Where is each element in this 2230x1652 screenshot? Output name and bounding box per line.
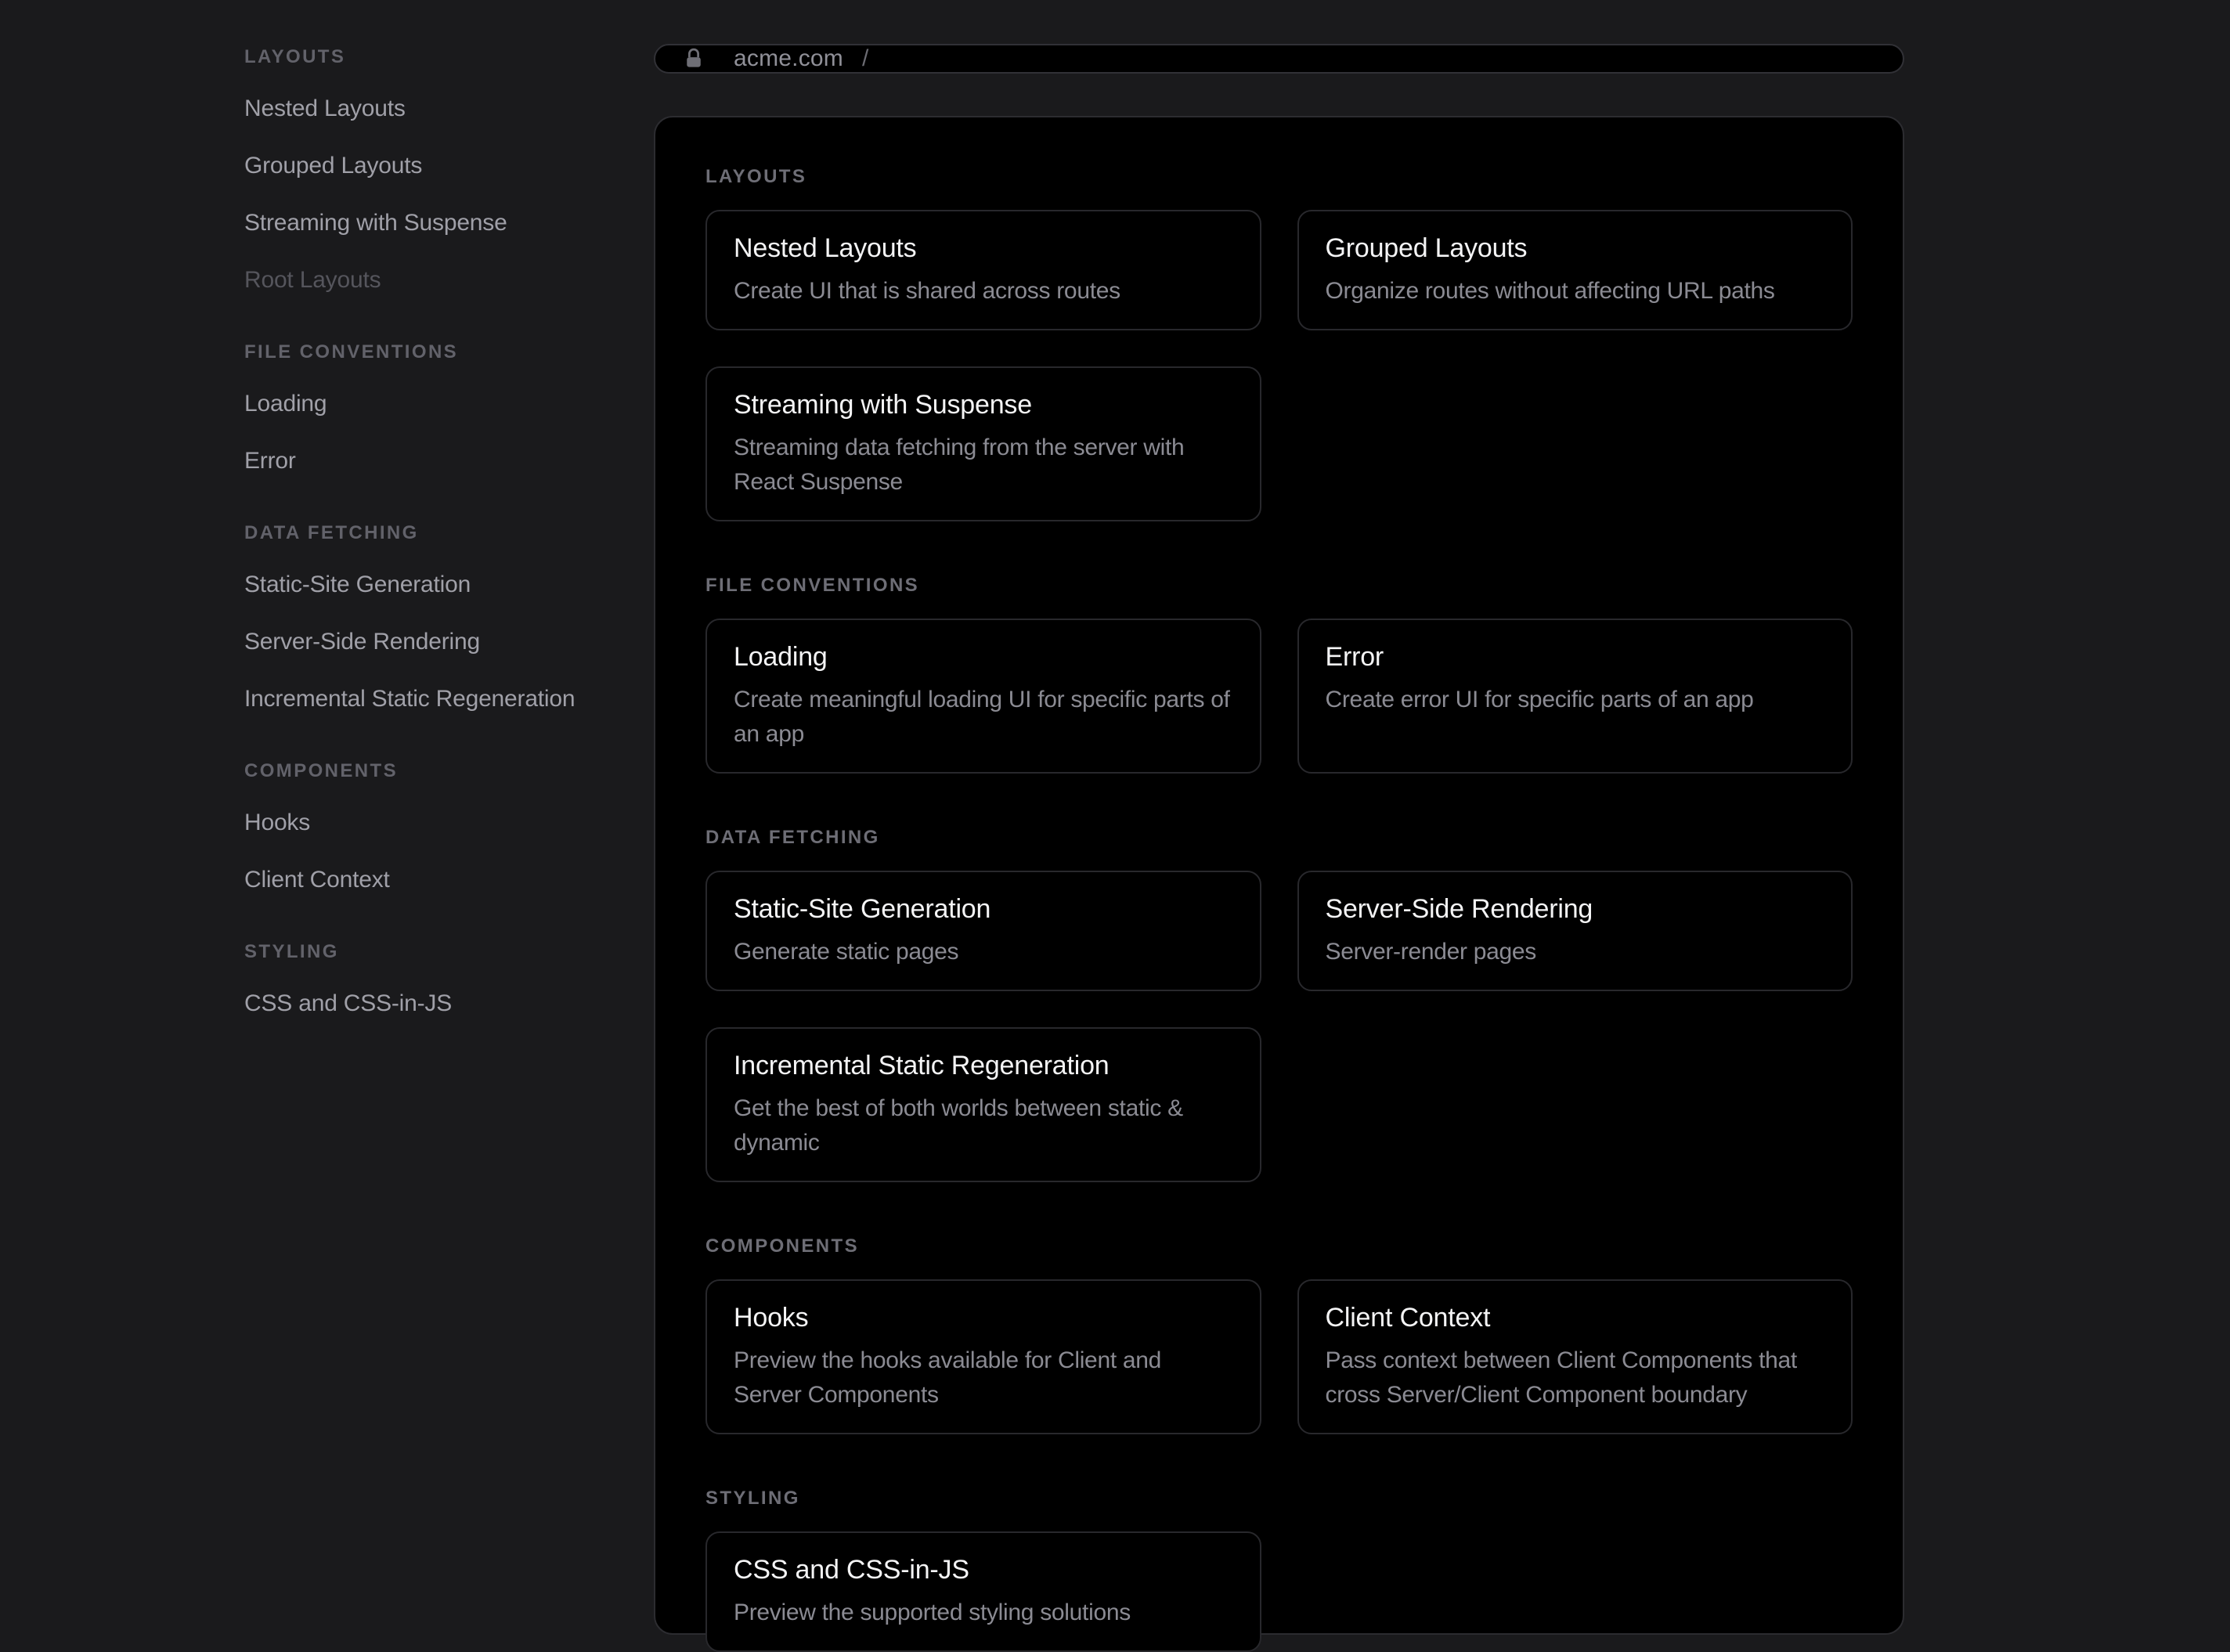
lock-icon [682, 47, 705, 70]
sidebar-item-streaming-with-suspense[interactable]: Streaming with Suspense [244, 194, 622, 251]
sidebar-item-static-site-generation[interactable]: Static-Site Generation [244, 556, 622, 613]
sidebar-section-heading: STYLING [244, 943, 622, 961]
card-server-side-rendering[interactable]: Server-Side Rendering Server-render pages [1297, 871, 1853, 991]
section-label: LAYOUTS [705, 168, 1853, 186]
main-panel: LAYOUTS Nested Layouts Create UI that is s… [654, 116, 1904, 1635]
sidebar-item-grouped-layouts[interactable]: Grouped Layouts [244, 137, 622, 194]
sidebar-item-loading[interactable]: Loading [244, 375, 622, 432]
url-path: / [862, 45, 868, 72]
card-title: Server-Side Rendering [1326, 893, 1825, 925]
card-description: Preview the supported styling solutions [734, 1596, 1233, 1630]
card-description: Create error UI for specific parts of an… [1326, 683, 1825, 717]
card-description: Generate static pages [734, 935, 1233, 969]
section-label: COMPONENTS [705, 1237, 1853, 1256]
card-description: Organize routes without affecting URL pa… [1326, 274, 1825, 308]
sidebar-section-data-fetching: DATA FETCHING Static-Site GenerationServe… [244, 524, 622, 727]
sidebar-section-heading: FILE CONVENTIONS [244, 343, 622, 362]
sidebar-section-styling: STYLING CSS and CSS-in-JS [244, 943, 622, 1032]
sidebar-item-css-and-css-in-js[interactable]: CSS and CSS-in-JS [244, 975, 622, 1032]
content-section-layouts: LAYOUTS Nested Layouts Create UI that is s… [705, 168, 1853, 521]
card-title: CSS and CSS-in-JS [734, 1553, 1233, 1586]
browser-address-bar[interactable]: acme.com / [654, 44, 1904, 74]
content-column: acme.com / LAYOUTS Nested Layouts Create U… [654, 0, 1904, 1633]
app-root: LAYOUTSNested LayoutsGrouped LayoutsStre… [0, 0, 2230, 1633]
card-description: Pass context between Client Components t… [1326, 1344, 1825, 1412]
section-label: STYLING [705, 1489, 1853, 1508]
card-streaming-with-suspense[interactable]: Streaming with Suspense Streaming data fe… [705, 366, 1261, 521]
sidebar-item-root-layouts[interactable]: Root Layouts [244, 251, 622, 308]
card-title: Grouped Layouts [1326, 232, 1825, 265]
card-title: Error [1326, 640, 1825, 673]
sidebar-section-layouts: LAYOUTS Nested LayoutsGrouped LayoutsStre… [244, 48, 622, 308]
section-label: DATA FETCHING [705, 828, 1853, 847]
card-title: Nested Layouts [734, 232, 1233, 265]
card-title: Incremental Static Regeneration [734, 1049, 1233, 1082]
content-section-data-fetching: DATA FETCHING Static-Site Generation Gener… [705, 828, 1853, 1182]
card-css-and-css-in-js[interactable]: CSS and CSS-in-JS Preview the supported s… [705, 1531, 1261, 1652]
sidebar-section-heading: DATA FETCHING [244, 524, 622, 543]
card-grid: Static-Site Generation Generate static pa… [705, 871, 1853, 1182]
section-label: FILE CONVENTIONS [705, 576, 1853, 595]
card-description: Create UI that is shared across routes [734, 274, 1233, 308]
sidebar-section-file-conventions: FILE CONVENTIONS LoadingError [244, 343, 622, 489]
card-static-site-generation[interactable]: Static-Site Generation Generate static pa… [705, 871, 1261, 991]
content-section-file-conventions: FILE CONVENTIONS Loading Create meaningful… [705, 576, 1853, 774]
card-nested-layouts[interactable]: Nested Layouts Create UI that is shared a… [705, 210, 1261, 330]
content-section-styling: STYLING CSS and CSS-in-JS Preview the supp… [705, 1489, 1853, 1652]
card-description: Get the best of both worlds between stat… [734, 1091, 1233, 1160]
sidebar-section-heading: COMPONENTS [244, 762, 622, 781]
card-grid: Hooks Preview the hooks available for Cli… [705, 1279, 1853, 1434]
card-title: Static-Site Generation [734, 893, 1233, 925]
sidebar-item-server-side-rendering[interactable]: Server-Side Rendering [244, 613, 622, 670]
card-title: Streaming with Suspense [734, 388, 1233, 421]
sidebar-section-components: COMPONENTS HooksClient Context [244, 762, 622, 908]
card-title: Loading [734, 640, 1233, 673]
card-description: Streaming data fetching from the server … [734, 431, 1233, 500]
sidebar-item-hooks[interactable]: Hooks [244, 794, 622, 851]
card-grouped-layouts[interactable]: Grouped Layouts Organize routes without a… [1297, 210, 1853, 330]
card-client-context[interactable]: Client Context Pass context between Clien… [1297, 1279, 1853, 1434]
card-description: Create meaningful loading UI for specifi… [734, 683, 1233, 752]
card-incremental-static-regeneration[interactable]: Incremental Static Regeneration Get the b… [705, 1027, 1261, 1182]
content-section-components: COMPONENTS Hooks Preview the hooks availab… [705, 1237, 1853, 1434]
card-title: Hooks [734, 1301, 1233, 1334]
card-grid: CSS and CSS-in-JS Preview the supported s… [705, 1531, 1853, 1652]
sidebar-item-nested-layouts[interactable]: Nested Layouts [244, 80, 622, 137]
card-title: Client Context [1326, 1301, 1825, 1334]
card-description: Server-render pages [1326, 935, 1825, 969]
sidebar-item-incremental-static-regeneration[interactable]: Incremental Static Regeneration [244, 670, 622, 727]
card-loading[interactable]: Loading Create meaningful loading UI for … [705, 619, 1261, 774]
sidebar-item-client-context[interactable]: Client Context [244, 851, 622, 908]
card-error[interactable]: Error Create error UI for specific parts … [1297, 619, 1853, 774]
sidebar-nav: LAYOUTS Nested LayoutsGrouped LayoutsStre… [0, 0, 654, 1633]
card-grid: Nested Layouts Create UI that is shared a… [705, 210, 1853, 521]
sidebar-item-error[interactable]: Error [244, 432, 622, 489]
sidebar-section-heading: LAYOUTS [244, 48, 622, 67]
url-host: acme.com [734, 45, 843, 72]
card-hooks[interactable]: Hooks Preview the hooks available for Cli… [705, 1279, 1261, 1434]
card-grid: Loading Create meaningful loading UI for … [705, 619, 1853, 774]
card-description: Preview the hooks available for Client a… [734, 1344, 1233, 1412]
